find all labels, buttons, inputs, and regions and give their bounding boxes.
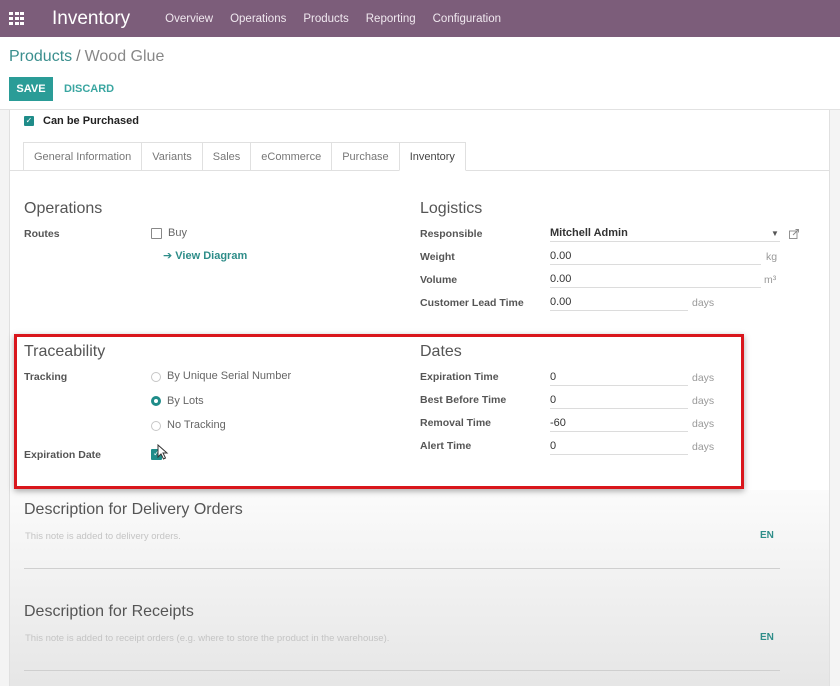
weight-unit: kg bbox=[766, 251, 778, 263]
tracking-none-label: No Tracking bbox=[167, 419, 226, 431]
menu-overview[interactable]: Overview bbox=[165, 13, 213, 25]
customer-lead-time-unit: days bbox=[692, 297, 715, 309]
volume-input[interactable]: 0.00 bbox=[550, 270, 761, 288]
tab-ecommerce[interactable]: eCommerce bbox=[250, 142, 332, 171]
breadcrumb: Products / Wood Glue bbox=[9, 48, 164, 66]
alert-time-unit: days bbox=[692, 441, 715, 453]
removal-time-unit: days bbox=[692, 418, 715, 430]
route-buy-checkbox[interactable] bbox=[151, 228, 162, 239]
tab-general-information[interactable]: General Information bbox=[23, 142, 142, 171]
tab-inventory[interactable]: Inventory bbox=[398, 142, 466, 171]
tracking-none-radio[interactable] bbox=[151, 421, 161, 431]
sheet-fade bbox=[10, 490, 829, 686]
apps-grid-icon[interactable] bbox=[9, 11, 26, 26]
expiration-time-input[interactable]: 0 bbox=[550, 368, 688, 386]
weight-label: Weight bbox=[420, 251, 455, 263]
removal-time-label: Removal Time bbox=[420, 417, 492, 429]
app-title[interactable]: Inventory bbox=[52, 8, 130, 30]
breadcrumb-products-link[interactable]: Products bbox=[9, 48, 72, 65]
main-menu: Overview Operations Products Reporting C… bbox=[165, 13, 518, 25]
best-before-time-input[interactable]: 0 bbox=[550, 391, 688, 409]
operations-title: Operations bbox=[24, 200, 103, 217]
best-before-time-unit: days bbox=[692, 395, 715, 407]
routes-label: Routes bbox=[24, 228, 60, 240]
expiration-time-label: Expiration Time bbox=[420, 371, 499, 383]
can-be-purchased-label: Can be Purchased bbox=[43, 115, 139, 127]
tracking-label: Tracking bbox=[24, 371, 68, 383]
tracking-lots-label: By Lots bbox=[167, 395, 204, 407]
customer-lead-time-input[interactable]: 0.00 bbox=[550, 293, 688, 311]
receipts-description-title: Description for Receipts bbox=[24, 603, 194, 620]
delivery-description-underline bbox=[24, 568, 780, 569]
mouse-pointer-icon bbox=[157, 444, 169, 460]
expiration-date-label: Expiration Date bbox=[24, 449, 102, 461]
customer-lead-time-label: Customer Lead Time bbox=[420, 297, 524, 309]
receipts-description-input[interactable]: This note is added to receipt orders (e.… bbox=[25, 633, 389, 644]
control-panel: Products / Wood Glue SAVE DISCARD bbox=[0, 37, 840, 110]
receipts-description-lang-button[interactable]: EN bbox=[760, 632, 774, 643]
tab-variants[interactable]: Variants bbox=[141, 142, 202, 171]
best-before-time-label: Best Before Time bbox=[420, 394, 507, 406]
alert-time-label: Alert Time bbox=[420, 440, 472, 452]
expiration-time-unit: days bbox=[692, 372, 715, 384]
tab-sales[interactable]: Sales bbox=[201, 142, 251, 171]
discard-button[interactable]: DISCARD bbox=[64, 77, 114, 101]
arrow-right-icon: ➔ bbox=[163, 250, 176, 262]
menu-operations[interactable]: Operations bbox=[230, 13, 286, 25]
logistics-title: Logistics bbox=[420, 200, 483, 217]
responsible-label: Responsible bbox=[420, 228, 483, 240]
can-be-purchased-checkbox[interactable]: ✓ bbox=[24, 116, 34, 126]
tracking-serial-label: By Unique Serial Number bbox=[167, 370, 292, 382]
save-button[interactable]: SAVE bbox=[9, 77, 53, 101]
delivery-description-title: Description for Delivery Orders bbox=[24, 501, 243, 518]
dates-title: Dates bbox=[420, 343, 462, 360]
form-sheet: ✓ Can be Purchased General Information V… bbox=[9, 110, 830, 686]
responsible-select[interactable]: Mitchell Admin bbox=[550, 224, 780, 242]
highlight-annotation-box bbox=[14, 334, 744, 489]
volume-unit: m³ bbox=[764, 274, 777, 286]
dropdown-caret-icon[interactable]: ▼ bbox=[771, 229, 779, 238]
tab-purchase[interactable]: Purchase bbox=[331, 142, 399, 171]
notebook-tabs: General Information Variants Sales eComm… bbox=[23, 142, 466, 171]
view-diagram-label: View Diagram bbox=[175, 250, 248, 262]
tracking-serial-radio[interactable] bbox=[151, 372, 161, 382]
volume-label: Volume bbox=[420, 274, 458, 286]
tracking-lots-radio[interactable] bbox=[151, 396, 161, 406]
receipts-description-underline bbox=[24, 670, 780, 671]
weight-input[interactable]: 0.00 bbox=[550, 247, 761, 265]
can-be-purchased-field: ✓ Can be Purchased bbox=[24, 115, 139, 127]
delivery-description-input[interactable]: This note is added to delivery orders. bbox=[25, 531, 181, 542]
alert-time-input[interactable]: 0 bbox=[550, 437, 688, 455]
menu-products[interactable]: Products bbox=[303, 13, 348, 25]
delivery-description-lang-button[interactable]: EN bbox=[760, 530, 774, 541]
menu-reporting[interactable]: Reporting bbox=[366, 13, 416, 25]
breadcrumb-current: Wood Glue bbox=[84, 48, 165, 65]
external-link-icon[interactable] bbox=[789, 229, 799, 239]
breadcrumb-separator: / bbox=[76, 48, 81, 65]
removal-time-input[interactable]: -60 bbox=[550, 414, 688, 432]
traceability-title: Traceability bbox=[24, 343, 106, 360]
menu-configuration[interactable]: Configuration bbox=[433, 13, 501, 25]
route-buy-label: Buy bbox=[168, 227, 187, 239]
top-navbar: Inventory Overview Operations Products R… bbox=[0, 0, 840, 37]
view-diagram-link[interactable]: ➔ View Diagram bbox=[163, 249, 247, 262]
